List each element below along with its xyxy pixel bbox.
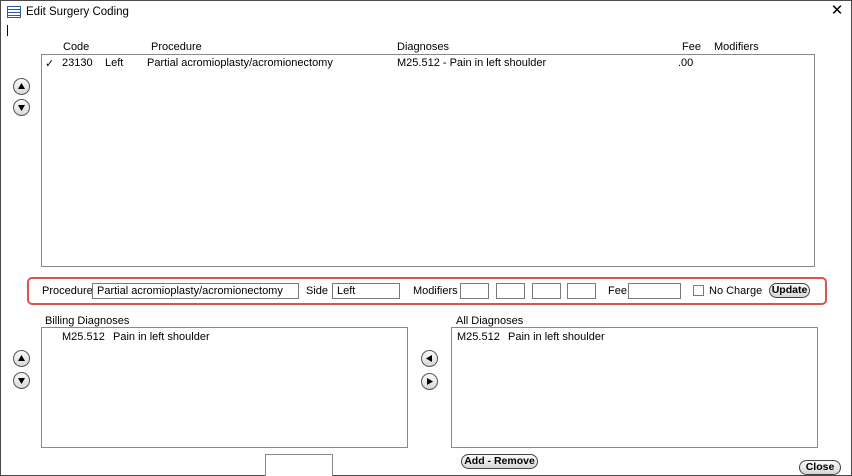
arrow-up-icon: [18, 355, 25, 361]
modifier-field-2[interactable]: [496, 283, 525, 299]
fee-label: Fee: [608, 285, 627, 297]
all-diagnoses-label: All Diagnoses: [456, 315, 524, 327]
edit-surgery-coding-window: Edit Surgery Coding ✕ Code Procedure Dia…: [0, 0, 852, 476]
column-header-procedure[interactable]: Procedure: [151, 41, 202, 53]
move-to-billing-button[interactable]: [421, 350, 438, 367]
text-caret: [7, 25, 8, 36]
billing-diagnoses-label: Billing Diagnoses: [45, 315, 130, 327]
modifier-field-3[interactable]: [532, 283, 561, 299]
billing-move-up-button[interactable]: [13, 350, 30, 367]
all-diagnoses-list[interactable]: [451, 327, 818, 448]
arrow-up-icon: [18, 83, 25, 89]
no-charge-label: No Charge: [709, 285, 763, 297]
procedure-label: Procedure: [42, 285, 93, 297]
billing-diagnosis-code: M25.512: [62, 331, 105, 343]
arrow-down-icon: [18, 105, 25, 111]
column-header-diagnoses[interactable]: Diagnoses: [397, 41, 449, 53]
column-header-fee[interactable]: Fee: [682, 41, 701, 53]
row-fee: .00: [678, 57, 694, 69]
procedure-grid[interactable]: [41, 54, 815, 267]
fee-field[interactable]: [628, 283, 681, 299]
arrow-right-icon: [427, 378, 433, 385]
move-up-button[interactable]: [13, 78, 30, 95]
billing-diagnoses-list[interactable]: [41, 327, 408, 448]
modifiers-label: Modifiers: [413, 285, 458, 297]
no-charge-checkbox[interactable]: [693, 285, 704, 296]
row-diagnoses: M25.512 - Pain in left shoulder: [397, 57, 547, 69]
arrow-left-icon: [426, 355, 432, 362]
column-header-modifiers[interactable]: Modifiers: [714, 41, 759, 53]
row-procedure: Partial acromioplasty/acromionectomy: [147, 57, 333, 69]
billing-move-down-button[interactable]: [13, 372, 30, 389]
blank-field[interactable]: [265, 454, 333, 476]
row-side: Left: [105, 57, 124, 69]
side-field[interactable]: [332, 283, 400, 299]
close-icon[interactable]: ✕: [829, 3, 845, 19]
side-label: Side: [306, 285, 329, 297]
modifier-field-4[interactable]: [567, 283, 596, 299]
table-icon: [7, 6, 21, 18]
row-check-icon: ✓: [45, 58, 55, 70]
title-bar: Edit Surgery Coding ✕: [1, 1, 851, 23]
update-button[interactable]: Update: [769, 283, 810, 298]
close-button[interactable]: Close: [799, 460, 841, 475]
move-to-all-button[interactable]: [421, 373, 438, 390]
all-diagnosis-code: M25.512: [457, 331, 500, 343]
all-diagnosis-description: Pain in left shoulder: [508, 331, 605, 343]
arrow-down-icon: [18, 378, 25, 384]
column-header-code[interactable]: Code: [63, 41, 89, 53]
add-remove-button[interactable]: Add - Remove: [461, 454, 538, 469]
procedure-field[interactable]: [92, 283, 299, 299]
row-code: 23130: [62, 57, 93, 69]
window-title: Edit Surgery Coding: [26, 6, 129, 18]
modifier-field-1[interactable]: [460, 283, 489, 299]
move-down-button[interactable]: [13, 99, 30, 116]
billing-diagnosis-description: Pain in left shoulder: [113, 331, 210, 343]
